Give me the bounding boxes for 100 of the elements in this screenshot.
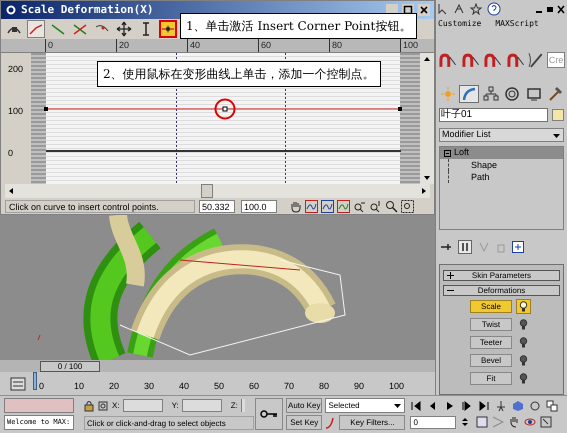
status-text: Click on curve to insert control points. — [5, 200, 195, 212]
auto-key-button[interactable]: Auto Key — [286, 398, 322, 413]
walk-through-icon[interactable] — [495, 400, 508, 412]
menu-item[interactable]: MAXScript — [495, 18, 539, 32]
axis-label: 0 — [8, 147, 14, 160]
pin-icon[interactable] — [440, 241, 452, 253]
object-color-swatch[interactable] — [552, 109, 564, 121]
stack-item[interactable]: Loft — [440, 147, 563, 159]
orbit-cube-icon[interactable] — [512, 400, 524, 412]
next-frame-icon[interactable] — [461, 400, 474, 412]
stack-sub-item[interactable]: Shape — [448, 159, 500, 171]
x-value-field[interactable]: 50.332 — [199, 200, 235, 212]
deformation-button[interactable]: Bevel — [470, 354, 512, 367]
listener-field[interactable] — [4, 398, 74, 413]
motion-icon — [504, 86, 520, 102]
rollout-header[interactable]: Deformations — [443, 285, 560, 296]
y-value-field[interactable]: 100.0 — [241, 200, 277, 212]
frame-number: 30 — [144, 381, 154, 391]
track-bar[interactable]: 0 10 20 30 40 50 60 70 80 90 100 — [36, 372, 410, 395]
modifier-list-dropdown[interactable]: Modifier List — [439, 128, 564, 142]
close-button[interactable] — [418, 4, 430, 16]
set-key-mode-button[interactable] — [255, 398, 283, 430]
lightbulb-icon — [519, 355, 528, 366]
key-filters-button[interactable]: Key Filters... — [339, 415, 406, 430]
lightbulb-icon — [519, 319, 528, 330]
help-icon[interactable] — [487, 2, 501, 16]
key-icon — [260, 409, 278, 419]
collapse-icon[interactable] — [444, 150, 451, 156]
named-selection-icon[interactable] — [528, 51, 544, 69]
ruler-label: 0 — [45, 39, 54, 52]
star-icon[interactable] — [470, 3, 482, 15]
insert-corner-button[interactable] — [159, 20, 177, 38]
show-end-result-icon[interactable] — [458, 240, 472, 254]
vertical-scrollbar[interactable] — [420, 53, 434, 184]
hierarchy-tab[interactable] — [481, 85, 501, 103]
zoom-region-icon[interactable] — [401, 200, 414, 212]
orbit-icon[interactable] — [529, 400, 542, 412]
coordinate-field[interactable] — [240, 399, 245, 412]
stack-sub-item[interactable]: Path — [448, 171, 492, 183]
close-icon[interactable] — [557, 4, 565, 14]
go-to-start-icon[interactable] — [410, 400, 422, 412]
field-of-view-icon[interactable] — [492, 416, 504, 428]
object-name-field[interactable]: 叶子01 — [439, 108, 548, 122]
prompt-text: Click or click-and-drag to select objects — [84, 416, 254, 430]
transform-mode-icon[interactable] — [97, 400, 109, 412]
move-button[interactable] — [115, 20, 133, 38]
pan-hand-icon[interactable] — [289, 200, 302, 212]
percent-snap-icon[interactable] — [483, 51, 503, 69]
app-icon — [5, 4, 17, 16]
zoom-horizontal-icon[interactable] — [353, 200, 366, 212]
zoom-vertical-icon[interactable] — [369, 200, 382, 212]
deformation-button[interactable]: Twist — [470, 318, 512, 331]
horizontal-scrollbar[interactable] — [5, 184, 430, 198]
menu-item[interactable]: Customize — [438, 18, 482, 32]
coordinate-field[interactable] — [182, 399, 222, 412]
configure-sets-icon[interactable] — [512, 241, 524, 253]
maximize-viewport-icon[interactable] — [540, 416, 552, 428]
current-frame-field[interactable]: 0 — [410, 416, 456, 428]
coordinate-field[interactable] — [122, 399, 163, 412]
frame-number: 70 — [284, 381, 294, 391]
time-configuration-icon[interactable] — [10, 376, 26, 390]
viewport-layout-icon[interactable] — [546, 400, 558, 412]
go-to-end-icon[interactable] — [478, 400, 490, 412]
x-axis-curve-button[interactable] — [27, 20, 45, 38]
axis-label: 100 — [8, 105, 24, 118]
zoom-extents-icon[interactable] — [305, 200, 318, 212]
expand-icon[interactable] — [447, 272, 454, 279]
hammer-icon — [547, 86, 564, 102]
frame-number: 50 — [214, 381, 224, 391]
frame-number: 90 — [354, 381, 364, 391]
dropdown-label: Modifier List — [442, 128, 491, 142]
pan-icon[interactable] — [508, 416, 520, 428]
display-icon — [526, 86, 542, 102]
angle-snap-icon[interactable] — [460, 51, 480, 69]
zoom-icon[interactable] — [385, 200, 398, 212]
lightbulb-toggle[interactable] — [516, 299, 531, 314]
set-key-button[interactable]: Set Key — [286, 415, 322, 430]
arc-rotate-icon[interactable] — [524, 416, 536, 428]
maximize-icon[interactable] — [546, 4, 554, 14]
time-slider-thumb[interactable]: 0 / 100 — [40, 360, 100, 372]
scroll-thumb[interactable] — [201, 184, 213, 198]
deformation-button[interactable]: Teeter — [470, 336, 512, 349]
scale-curve[interactable] — [44, 106, 402, 112]
time-config-icon[interactable] — [476, 416, 488, 428]
lightbulb-icon — [519, 337, 528, 348]
zoom-horizontal-extents-icon[interactable] — [321, 200, 334, 212]
deformation-button[interactable]: Scale — [470, 300, 512, 313]
lock-icon[interactable] — [84, 400, 94, 412]
frame-number: 0 — [39, 381, 44, 391]
key-mode-dropdown[interactable]: Selected — [325, 398, 406, 413]
rollout-header[interactable]: Skin Parameters — [443, 270, 560, 281]
deformation-button[interactable]: Fit — [470, 372, 512, 385]
snap-icon[interactable] — [438, 51, 458, 69]
spinner-snap-icon[interactable] — [506, 51, 526, 69]
cursor-icon[interactable] — [438, 3, 448, 15]
hierarchy-icon — [482, 86, 499, 102]
frame-number: 100 — [389, 381, 404, 391]
modify-tab[interactable] — [459, 85, 480, 103]
collapse-icon[interactable] — [447, 287, 454, 294]
zoom-vertical-extents-icon[interactable] — [337, 200, 350, 212]
